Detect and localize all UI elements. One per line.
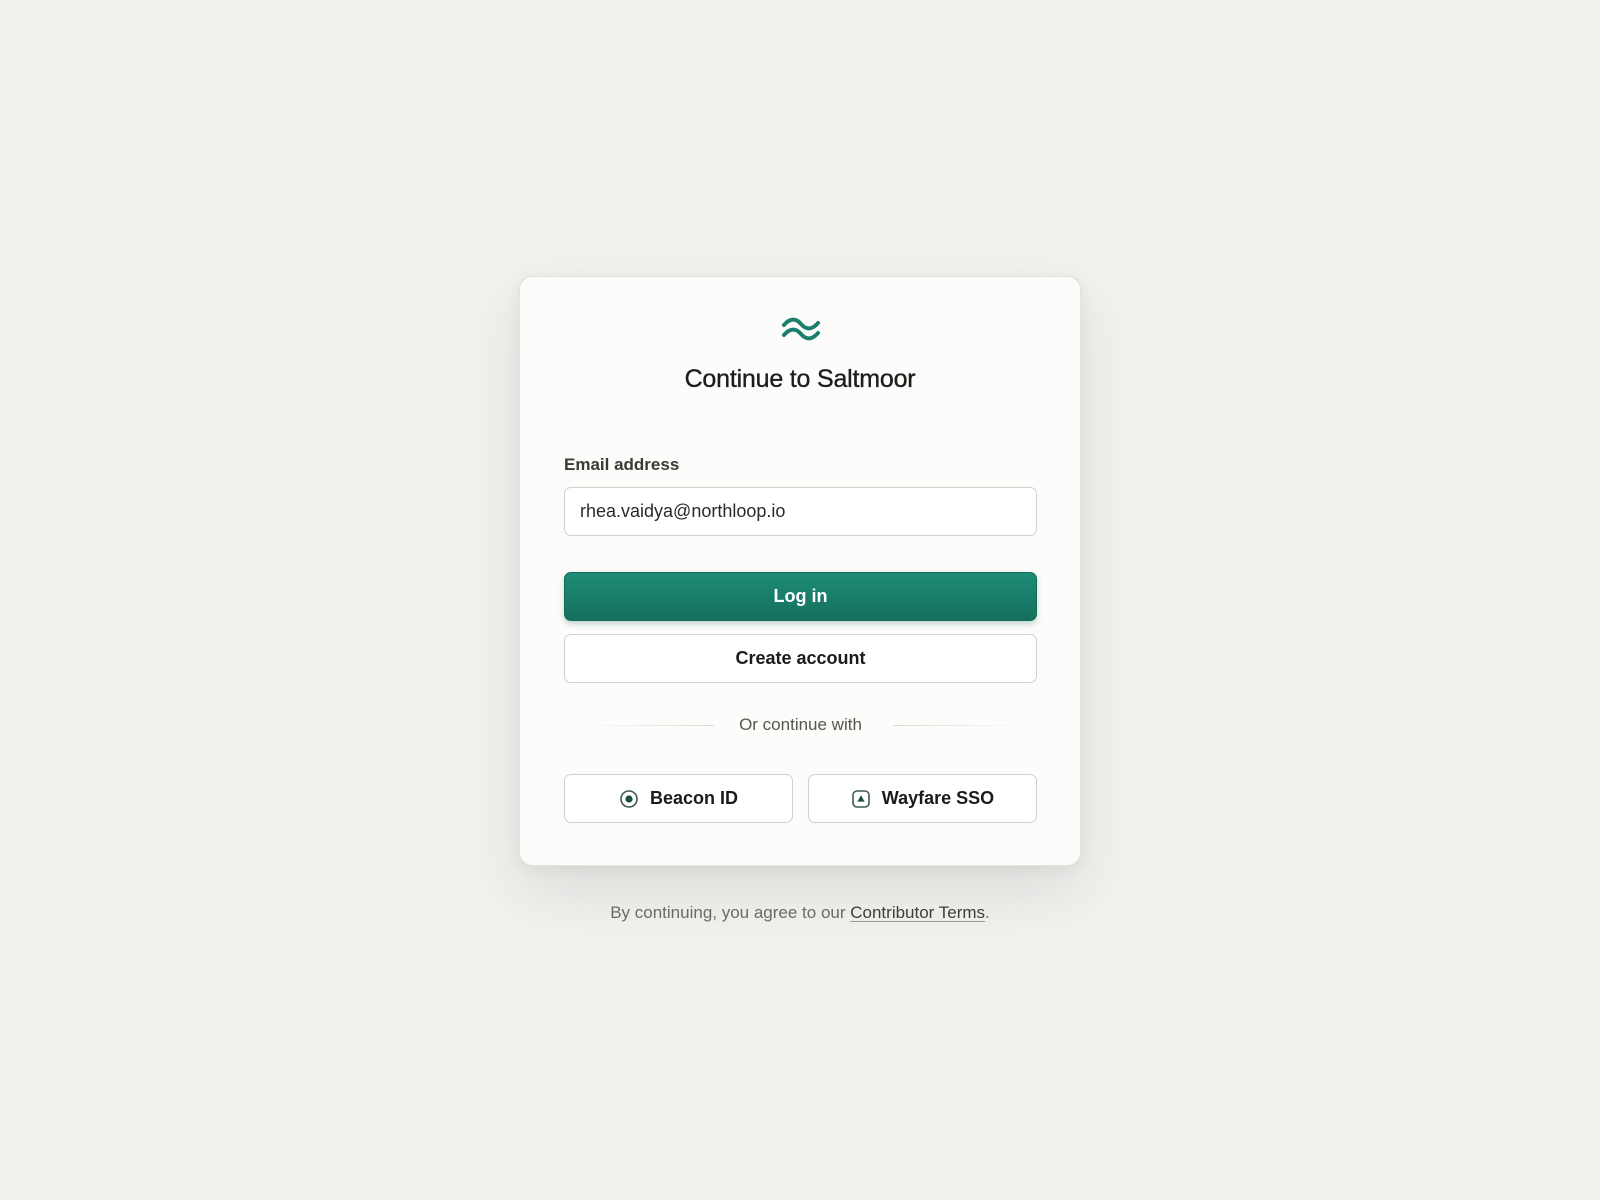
terms-suffix: . bbox=[985, 903, 990, 922]
email-label: Email address bbox=[564, 455, 680, 474]
contributor-terms-link[interactable]: Contributor Terms bbox=[850, 903, 985, 922]
terms-prefix: By continuing, you agree to our bbox=[610, 903, 851, 922]
triangle-box-icon bbox=[851, 789, 870, 808]
beacon-id-label: Beacon ID bbox=[649, 788, 739, 808]
login-card: Continue to Saltmoor Email address Log i… bbox=[519, 276, 1081, 866]
create-account-button[interactable]: Create account bbox=[564, 634, 1037, 683]
page-background: Continue to Saltmoor Email address Log i… bbox=[0, 0, 1600, 1200]
beacon-id-button[interactable]: Beacon ID bbox=[564, 774, 793, 823]
login-button[interactable]: Log in bbox=[564, 572, 1037, 621]
divider-line-right bbox=[893, 725, 1025, 726]
page-title: Continue to Saltmoor bbox=[684, 365, 916, 393]
wave-logo-icon bbox=[782, 317, 820, 341]
or-divider: Or continue with bbox=[564, 715, 1037, 735]
wayfare-sso-button[interactable]: Wayfare SSO bbox=[808, 774, 1037, 823]
email-field[interactable] bbox=[564, 487, 1037, 536]
radio-target-icon bbox=[620, 789, 638, 808]
wayfare-sso-label: Wayfare SSO bbox=[881, 788, 995, 808]
terms-notice: By continuing, you agree to our Contribu… bbox=[0, 903, 1600, 923]
